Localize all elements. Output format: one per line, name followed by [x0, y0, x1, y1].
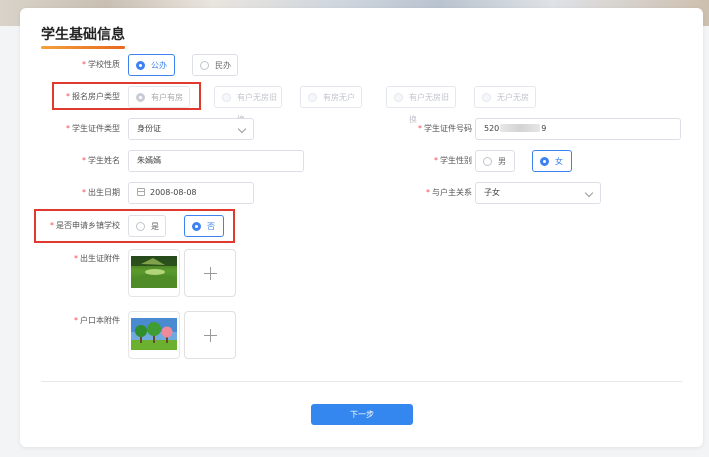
birth-certificate-upload-button[interactable]: [184, 249, 236, 297]
household-type-label: * 报名房户类型: [66, 92, 120, 101]
radio-dot-icon: [136, 61, 145, 70]
chevron-down-icon: [584, 188, 594, 198]
birth-date-picker[interactable]: 2008-08-08: [128, 182, 254, 204]
household-type-option-1[interactable]: 有户有房: [128, 86, 190, 108]
radio-dot-icon: [483, 157, 492, 166]
household-register-upload-button[interactable]: [184, 311, 236, 359]
redacted-mask: [500, 124, 541, 132]
birth-certificate-label: * 出生证附件: [74, 254, 120, 263]
radio-dot-icon: [482, 93, 491, 102]
radio-dot-icon: [200, 61, 209, 70]
id-number-input[interactable]: 520 9: [475, 118, 681, 140]
household-type-option-3[interactable]: 有房无户: [300, 86, 362, 108]
trees-image: [131, 318, 177, 350]
id-type-select[interactable]: 身份证: [128, 118, 254, 140]
birth-date-label: * 出生日期: [82, 188, 120, 197]
household-type-option-2[interactable]: 有户无房旧换: [214, 86, 282, 124]
birth-certificate-thumbnail[interactable]: [128, 249, 180, 297]
household-register-thumbnail[interactable]: [128, 311, 180, 359]
relation-label: * 与户主关系: [426, 188, 472, 197]
township-school-no-radio[interactable]: 否: [184, 215, 224, 237]
gender-male-radio[interactable]: 男: [475, 150, 515, 172]
township-school-yes-radio[interactable]: 是: [128, 215, 166, 237]
form-card: 学生基础信息 *学校性质 公办 民办 *报名房户类型 有户有房 有户无房旧换 有…: [20, 8, 703, 447]
radio-dot-icon: [540, 157, 549, 166]
grass-image: [131, 256, 177, 288]
household-type-option-4[interactable]: 有户无房旧换: [386, 86, 456, 124]
gender-female-radio[interactable]: 女: [532, 150, 572, 172]
relation-select[interactable]: 子女: [475, 182, 601, 204]
id-type-label: * 学生证件类型: [66, 124, 120, 133]
township-school-label: * 是否申请乡镇学校: [50, 221, 120, 230]
household-type-option-5[interactable]: 无户无房: [474, 86, 536, 108]
calendar-icon: [137, 188, 145, 196]
page-title: 学生基础信息: [41, 27, 125, 43]
gender-label: * 学生性别: [434, 156, 472, 165]
next-step-button[interactable]: 下一步: [311, 404, 413, 425]
id-number-label: * 学生证件号码: [418, 124, 472, 133]
radio-dot-icon: [308, 93, 317, 102]
household-register-label: * 户口本附件: [74, 316, 120, 325]
student-name-label: * 学生姓名: [82, 156, 120, 165]
chevron-down-icon: [237, 124, 247, 134]
footer-divider: [41, 381, 682, 382]
school-nature-public-radio[interactable]: 公办: [128, 54, 175, 76]
radio-dot-icon: [222, 93, 231, 102]
school-nature-private-radio[interactable]: 民办: [192, 54, 238, 76]
title-underline: [41, 46, 125, 49]
student-name-input[interactable]: 朱嫣嫣: [128, 150, 304, 172]
radio-dot-icon: [136, 93, 145, 102]
school-nature-label: * 学校性质: [82, 60, 120, 69]
radio-dot-icon: [192, 222, 201, 231]
radio-dot-icon: [136, 222, 145, 231]
radio-dot-icon: [394, 93, 403, 102]
